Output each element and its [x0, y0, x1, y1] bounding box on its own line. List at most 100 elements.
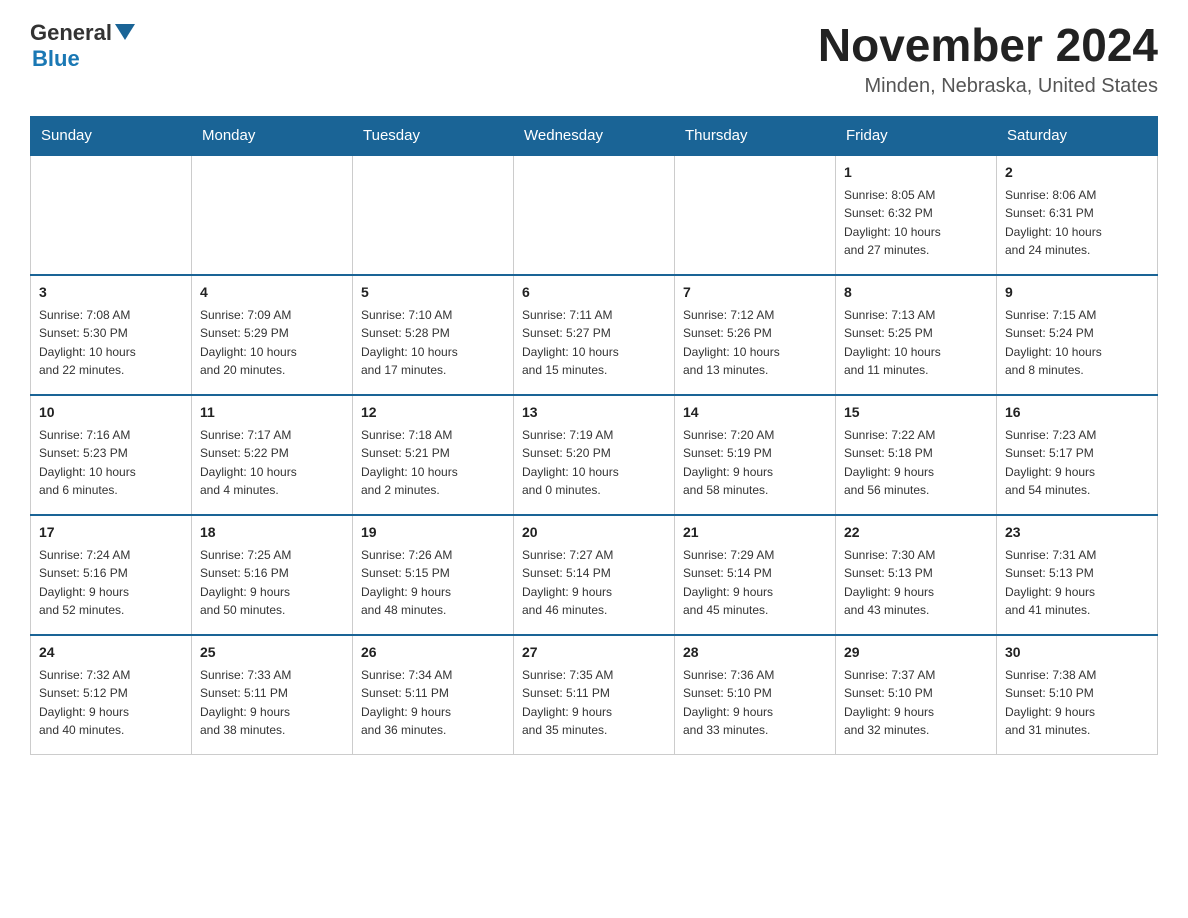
day-header-friday: Friday [836, 116, 997, 155]
day-info: Sunrise: 7:37 AM Sunset: 5:10 PM Dayligh… [844, 666, 988, 740]
day-number: 30 [1005, 642, 1149, 663]
day-number: 1 [844, 162, 988, 183]
day-info: Sunrise: 7:09 AM Sunset: 5:29 PM Dayligh… [200, 306, 344, 380]
day-info: Sunrise: 8:05 AM Sunset: 6:32 PM Dayligh… [844, 186, 988, 260]
day-number: 13 [522, 402, 666, 423]
day-number: 5 [361, 282, 505, 303]
calendar-cell: 21 Sunrise: 7:29 AM Sunset: 5:14 PM Dayli… [675, 515, 836, 635]
week-row-1: 1 Sunrise: 8:05 AM Sunset: 6:32 PM Daylig… [31, 155, 1158, 275]
day-info: Sunrise: 7:23 AM Sunset: 5:17 PM Dayligh… [1005, 426, 1149, 500]
calendar-cell: 12 Sunrise: 7:18 AM Sunset: 5:21 PM Dayli… [353, 395, 514, 515]
day-info: Sunrise: 7:19 AM Sunset: 5:20 PM Dayligh… [522, 426, 666, 500]
day-number: 21 [683, 522, 827, 543]
calendar-cell: 10 Sunrise: 7:16 AM Sunset: 5:23 PM Dayli… [31, 395, 192, 515]
subtitle: Minden, Nebraska, United States [818, 75, 1158, 98]
day-info: Sunrise: 7:24 AM Sunset: 5:16 PM Dayligh… [39, 546, 183, 620]
calendar-cell [192, 155, 353, 275]
logo-general-text: General [30, 20, 112, 46]
day-info: Sunrise: 7:11 AM Sunset: 5:27 PM Dayligh… [522, 306, 666, 380]
calendar-cell [675, 155, 836, 275]
day-number: 23 [1005, 522, 1149, 543]
calendar-cell: 16 Sunrise: 7:23 AM Sunset: 5:17 PM Dayli… [997, 395, 1158, 515]
calendar-cell: 22 Sunrise: 7:30 AM Sunset: 5:13 PM Dayli… [836, 515, 997, 635]
day-number: 14 [683, 402, 827, 423]
day-info: Sunrise: 7:33 AM Sunset: 5:11 PM Dayligh… [200, 666, 344, 740]
day-number: 4 [200, 282, 344, 303]
calendar-cell [353, 155, 514, 275]
logo: General Blue [30, 20, 135, 72]
day-number: 22 [844, 522, 988, 543]
calendar-cell: 7Sunrise: 7:12 AM Sunset: 5:26 PM Daylig… [675, 275, 836, 395]
day-info: Sunrise: 7:15 AM Sunset: 5:24 PM Dayligh… [1005, 306, 1149, 380]
calendar-cell: 5Sunrise: 7:10 AM Sunset: 5:28 PM Daylig… [353, 275, 514, 395]
day-number: 10 [39, 402, 183, 423]
day-number: 25 [200, 642, 344, 663]
day-info: Sunrise: 7:26 AM Sunset: 5:15 PM Dayligh… [361, 546, 505, 620]
day-header-wednesday: Wednesday [514, 116, 675, 155]
day-header-saturday: Saturday [997, 116, 1158, 155]
day-info: Sunrise: 7:18 AM Sunset: 5:21 PM Dayligh… [361, 426, 505, 500]
calendar-cell: 20 Sunrise: 7:27 AM Sunset: 5:14 PM Dayli… [514, 515, 675, 635]
week-row-5: 24 Sunrise: 7:32 AM Sunset: 5:12 PM Dayli… [31, 635, 1158, 755]
calendar-cell: 19Sunrise: 7:26 AM Sunset: 5:15 PM Dayli… [353, 515, 514, 635]
day-info: Sunrise: 7:25 AM Sunset: 5:16 PM Dayligh… [200, 546, 344, 620]
calendar-cell: 15 Sunrise: 7:22 AM Sunset: 5:18 PM Dayli… [836, 395, 997, 515]
day-info: Sunrise: 7:35 AM Sunset: 5:11 PM Dayligh… [522, 666, 666, 740]
day-info: Sunrise: 7:29 AM Sunset: 5:14 PM Dayligh… [683, 546, 827, 620]
calendar-cell: 6Sunrise: 7:11 AM Sunset: 5:27 PM Daylig… [514, 275, 675, 395]
day-number: 28 [683, 642, 827, 663]
day-info: Sunrise: 7:22 AM Sunset: 5:18 PM Dayligh… [844, 426, 988, 500]
day-number: 26 [361, 642, 505, 663]
calendar-cell: 3 Sunrise: 7:08 AM Sunset: 5:30 PM Daylig… [31, 275, 192, 395]
day-header-tuesday: Tuesday [353, 116, 514, 155]
calendar-cell: 1 Sunrise: 8:05 AM Sunset: 6:32 PM Daylig… [836, 155, 997, 275]
day-number: 2 [1005, 162, 1149, 183]
day-info: Sunrise: 7:17 AM Sunset: 5:22 PM Dayligh… [200, 426, 344, 500]
calendar-cell: 18 Sunrise: 7:25 AM Sunset: 5:16 PM Dayli… [192, 515, 353, 635]
day-number: 11 [200, 402, 344, 423]
day-info: Sunrise: 7:36 AM Sunset: 5:10 PM Dayligh… [683, 666, 827, 740]
calendar-cell: 2Sunrise: 8:06 AM Sunset: 6:31 PM Daylig… [997, 155, 1158, 275]
day-number: 24 [39, 642, 183, 663]
calendar-table: SundayMondayTuesdayWednesdayThursdayFrid… [30, 116, 1158, 756]
day-number: 8 [844, 282, 988, 303]
day-number: 17 [39, 522, 183, 543]
day-number: 16 [1005, 402, 1149, 423]
calendar-cell: 9 Sunrise: 7:15 AM Sunset: 5:24 PM Daylig… [997, 275, 1158, 395]
day-header-sunday: Sunday [31, 116, 192, 155]
logo-blue-text: Blue [32, 46, 80, 72]
calendar-cell: 14 Sunrise: 7:20 AM Sunset: 5:19 PM Dayli… [675, 395, 836, 515]
day-number: 18 [200, 522, 344, 543]
calendar-cell: 29Sunrise: 7:37 AM Sunset: 5:10 PM Dayli… [836, 635, 997, 755]
day-info: Sunrise: 7:38 AM Sunset: 5:10 PM Dayligh… [1005, 666, 1149, 740]
title-block: November 2024 Minden, Nebraska, United S… [818, 20, 1158, 98]
calendar-cell: 23 Sunrise: 7:31 AM Sunset: 5:13 PM Dayli… [997, 515, 1158, 635]
day-info: Sunrise: 7:31 AM Sunset: 5:13 PM Dayligh… [1005, 546, 1149, 620]
calendar-cell [31, 155, 192, 275]
day-header-thursday: Thursday [675, 116, 836, 155]
day-number: 15 [844, 402, 988, 423]
day-info: Sunrise: 7:16 AM Sunset: 5:23 PM Dayligh… [39, 426, 183, 500]
day-number: 3 [39, 282, 183, 303]
main-title: November 2024 [818, 20, 1158, 71]
calendar-cell: 25 Sunrise: 7:33 AM Sunset: 5:11 PM Dayli… [192, 635, 353, 755]
calendar-cell: 13 Sunrise: 7:19 AM Sunset: 5:20 PM Dayli… [514, 395, 675, 515]
day-info: Sunrise: 7:32 AM Sunset: 5:12 PM Dayligh… [39, 666, 183, 740]
calendar-cell: 30 Sunrise: 7:38 AM Sunset: 5:10 PM Dayli… [997, 635, 1158, 755]
calendar-cell: 26Sunrise: 7:34 AM Sunset: 5:11 PM Dayli… [353, 635, 514, 755]
day-info: Sunrise: 7:20 AM Sunset: 5:19 PM Dayligh… [683, 426, 827, 500]
calendar-header-row: SundayMondayTuesdayWednesdayThursdayFrid… [31, 116, 1158, 155]
calendar-cell: 24 Sunrise: 7:32 AM Sunset: 5:12 PM Dayli… [31, 635, 192, 755]
day-number: 12 [361, 402, 505, 423]
calendar-cell: 27Sunrise: 7:35 AM Sunset: 5:11 PM Dayli… [514, 635, 675, 755]
day-number: 20 [522, 522, 666, 543]
day-info: Sunrise: 7:13 AM Sunset: 5:25 PM Dayligh… [844, 306, 988, 380]
calendar-cell: 8 Sunrise: 7:13 AM Sunset: 5:25 PM Daylig… [836, 275, 997, 395]
day-number: 9 [1005, 282, 1149, 303]
day-header-monday: Monday [192, 116, 353, 155]
day-info: Sunrise: 7:08 AM Sunset: 5:30 PM Dayligh… [39, 306, 183, 380]
calendar-cell: 17 Sunrise: 7:24 AM Sunset: 5:16 PM Dayli… [31, 515, 192, 635]
day-info: Sunrise: 7:30 AM Sunset: 5:13 PM Dayligh… [844, 546, 988, 620]
day-info: Sunrise: 7:27 AM Sunset: 5:14 PM Dayligh… [522, 546, 666, 620]
day-info: Sunrise: 7:12 AM Sunset: 5:26 PM Dayligh… [683, 306, 827, 380]
